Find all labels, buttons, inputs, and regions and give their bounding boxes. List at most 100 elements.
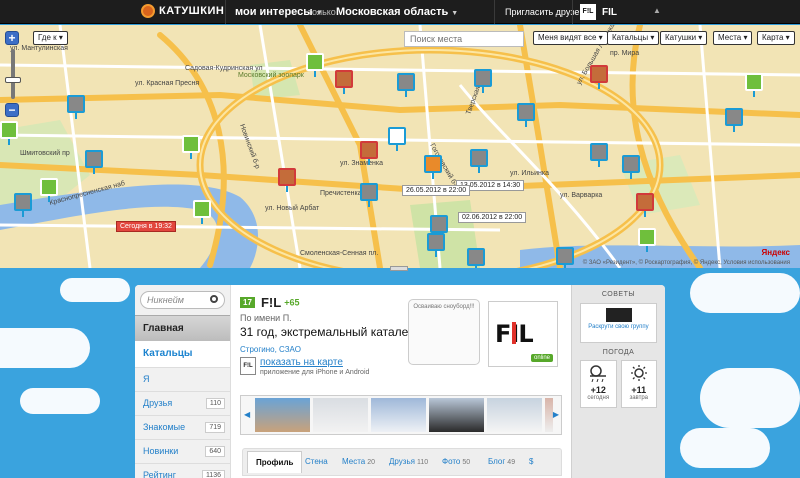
nickname-search-input[interactable]: Никнейм xyxy=(140,291,225,309)
where-label: Где к xyxy=(38,33,57,42)
right-column: СОВЕТЫ Раскрути свою группу ПОГОДА +12 с… xyxy=(571,285,665,478)
street-label: Шмитовский пр xyxy=(20,149,70,157)
cloud-rain-icon xyxy=(590,365,607,383)
region-dropdown[interactable]: Московская область ▼ xyxy=(336,6,458,18)
yandex-logo: Яндекс xyxy=(761,248,790,257)
zoom-slider[interactable] xyxy=(5,49,21,99)
tab-profile[interactable]: Профиль xyxy=(247,451,303,473)
map-pin-user[interactable] xyxy=(360,183,378,207)
photo-thumbnail[interactable] xyxy=(545,398,553,432)
tab-photos[interactable]: Фото 50 xyxy=(442,457,470,466)
photo-thumbnail[interactable] xyxy=(371,398,426,432)
profile-tabs: Профиль Стена Места 20 Друзья 110 Фото 50 Б… xyxy=(242,448,562,476)
map-pin-user[interactable] xyxy=(360,141,378,165)
cloud-decoration xyxy=(680,428,770,468)
street-label: ул. Новый Арбат xyxy=(265,204,320,212)
map-pin-user[interactable] xyxy=(278,168,296,192)
advice-card[interactable]: Раскрути свою группу xyxy=(580,303,657,343)
map-view[interactable]: ул. Мантулинская ул. Красная Пресня Нови… xyxy=(0,25,800,268)
brand-name: КАТУШКИН xyxy=(159,5,225,17)
filter-label: Катальцы xyxy=(612,33,649,42)
tab-label: Блог xyxy=(488,457,506,466)
cloud-decoration xyxy=(60,278,130,302)
tab-label: Профиль xyxy=(256,458,294,467)
tab-wall[interactable]: Стена xyxy=(305,457,328,466)
street-label: Смоленская-Сенная пл. xyxy=(300,250,378,257)
arrow-left-icon[interactable]: ◀ xyxy=(244,410,250,419)
sidebar-item-me[interactable]: Я xyxy=(135,367,230,391)
map-pin-place[interactable] xyxy=(193,200,211,224)
photo-thumbnail[interactable] xyxy=(429,398,484,432)
zoom-out-button[interactable]: − xyxy=(5,103,19,117)
tab-places[interactable]: Места 20 xyxy=(342,457,375,466)
filter-dropdown-sessions[interactable]: Катушки ▾ xyxy=(660,31,708,45)
user-avatar[interactable]: F!L xyxy=(580,4,596,20)
map-pin-user[interactable] xyxy=(590,143,608,167)
profile-avatar[interactable]: FIL online xyxy=(488,301,558,367)
photo-thumbnail[interactable] xyxy=(487,398,542,432)
visibility-dropdown[interactable]: Меня видят все ▾ xyxy=(533,31,608,45)
map-pin-user[interactable] xyxy=(517,103,535,127)
sidebar-item-skaters[interactable]: Катальцы xyxy=(135,341,230,367)
zoom-control: + − xyxy=(5,31,21,133)
show-on-map-link[interactable]: показать на карте xyxy=(260,357,369,368)
map-pin-user[interactable] xyxy=(470,149,488,173)
zoom-slider-thumb[interactable] xyxy=(5,77,21,83)
tab-blog[interactable]: Блог 49 xyxy=(488,457,515,466)
photo-thumbnail[interactable] xyxy=(255,398,310,432)
filter-dropdown-map[interactable]: Карта ▾ xyxy=(757,31,795,45)
map-pin-user[interactable] xyxy=(467,248,485,268)
map-pin-user[interactable] xyxy=(424,155,442,179)
map-pin-user[interactable] xyxy=(427,233,445,257)
sidebar-item-friends[interactable]: Друзья 110 xyxy=(135,391,230,415)
search-placeholder: Никнейм xyxy=(147,295,184,305)
zoom-in-button[interactable]: + xyxy=(5,31,19,45)
user-name[interactable]: FIL xyxy=(602,7,617,18)
place-search-input[interactable]: Поиск места xyxy=(404,31,524,47)
map-pin-place[interactable] xyxy=(638,228,656,252)
map-pin-user[interactable] xyxy=(85,150,103,174)
where-dropdown[interactable]: Где к ▾ xyxy=(33,31,68,45)
map-pin-user[interactable] xyxy=(622,155,640,179)
filter-label: Места xyxy=(718,33,742,42)
map-pin-place[interactable] xyxy=(745,73,763,97)
map-pin-user[interactable] xyxy=(556,247,574,268)
map-copyright[interactable]: © ЗАО «Резидент», © Роскартография, © Ян… xyxy=(583,260,790,266)
interests-label: мои интересы xyxy=(235,6,313,18)
sidebar-item-new[interactable]: Новинки 640 xyxy=(135,439,230,463)
search-icon[interactable] xyxy=(210,295,218,303)
map-pin-place[interactable] xyxy=(40,178,58,202)
arrow-right-icon[interactable]: ▶ xyxy=(553,410,559,419)
map-pin-user[interactable] xyxy=(335,70,353,94)
photo-thumbnail[interactable] xyxy=(313,398,368,432)
map-pin-user[interactable] xyxy=(388,127,406,151)
map-pin-place[interactable] xyxy=(182,135,200,159)
map-pin-user[interactable] xyxy=(67,95,85,119)
map-resize-handle[interactable] xyxy=(390,266,408,271)
advice-link[interactable]: Раскрути свою группу xyxy=(581,324,656,330)
sidebar-item-home[interactable]: Главная xyxy=(135,315,230,341)
map-pin-user[interactable] xyxy=(14,193,32,217)
map-pin-user[interactable] xyxy=(725,108,743,132)
filter-dropdown-places[interactable]: Места ▾ xyxy=(713,31,753,45)
map-pin-user[interactable] xyxy=(474,69,492,93)
street-label: ул. Варварка xyxy=(560,192,602,199)
brand-logo[interactable]: КАТУШКИН xyxy=(141,4,224,18)
left-sidebar: Никнейм Главная Катальцы Я Друзья 110 Зн… xyxy=(135,285,231,478)
temperature: +12 xyxy=(590,385,606,395)
profile-location-link[interactable]: Строгино, СЗАО xyxy=(240,345,415,354)
weather-header: ПОГОДА xyxy=(602,349,635,356)
tab-money[interactable]: $ xyxy=(529,457,533,466)
collapse-up-icon[interactable]: ▲ xyxy=(653,6,661,15)
map-pin-place[interactable] xyxy=(306,53,324,77)
map-pin-place[interactable] xyxy=(0,121,18,145)
tab-friends[interactable]: Друзья 110 xyxy=(389,457,428,466)
sidebar-item-rating[interactable]: Рейтинг 1136 xyxy=(135,463,230,478)
temperature: +11 xyxy=(631,385,647,395)
tab-label: Стена xyxy=(305,457,328,466)
map-pin-user[interactable] xyxy=(636,193,654,217)
map-pin-user[interactable] xyxy=(397,73,415,97)
sidebar-item-acquaintances[interactable]: Знакомые 719 xyxy=(135,415,230,439)
map-pin-user[interactable] xyxy=(590,65,608,89)
filter-dropdown-skaters[interactable]: Катальцы ▾ xyxy=(607,31,660,45)
